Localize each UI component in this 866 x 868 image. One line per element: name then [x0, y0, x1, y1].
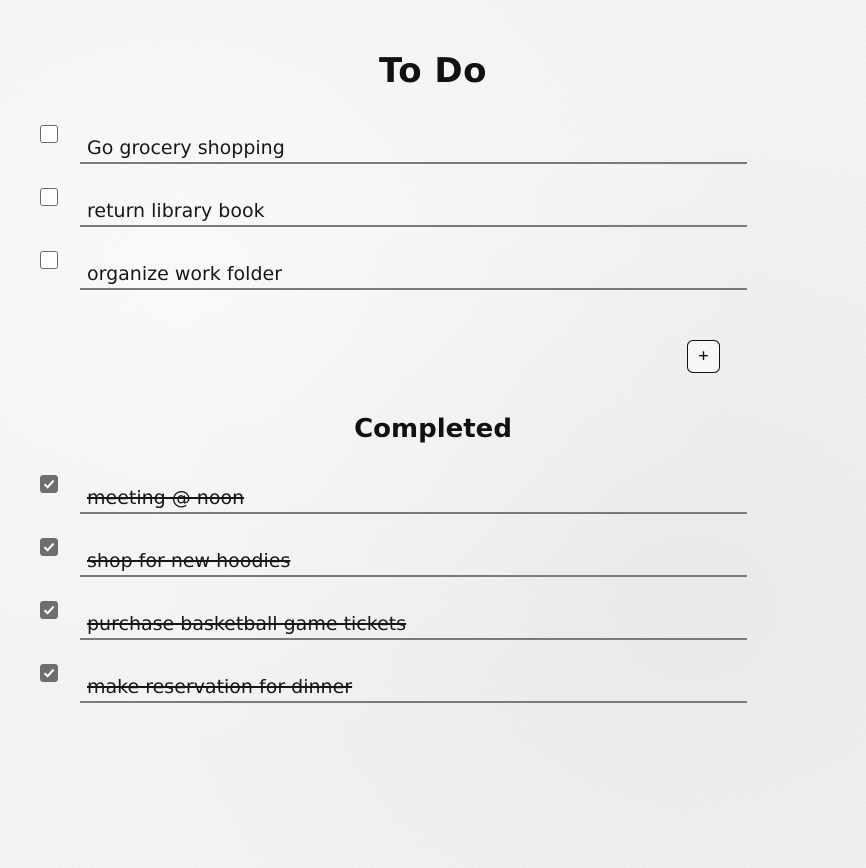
completed-item: meeting @ noon — [0, 475, 866, 527]
todo-item-checkbox[interactable] — [40, 125, 58, 143]
completed-item-checkbox[interactable] — [40, 538, 58, 556]
todo-item-field[interactable]: organize work folder — [80, 251, 747, 290]
completed-item-field[interactable]: shop for new hoodies — [80, 538, 747, 577]
completed-item-label: make reservation for dinner — [87, 676, 353, 698]
completed-item-label: shop for new hoodies — [87, 550, 291, 572]
todo-item: organize work folder — [0, 251, 866, 303]
todo-item: Go grocery shopping — [0, 125, 866, 177]
completed-item-field[interactable]: make reservation for dinner — [80, 664, 747, 703]
completed-item-checkbox[interactable] — [40, 601, 58, 619]
check-icon — [43, 479, 55, 489]
todo-item-field[interactable]: return library book — [80, 188, 747, 227]
todo-item: return library book — [0, 188, 866, 240]
todo-item-label: return library book — [87, 200, 265, 222]
completed-item: make reservation for dinner — [0, 664, 866, 716]
completed-item: shop for new hoodies — [0, 538, 866, 590]
todo-heading: To Do — [379, 51, 487, 91]
completed-item-checkbox[interactable] — [40, 475, 58, 493]
check-icon — [43, 668, 55, 678]
plus-icon: + — [698, 346, 709, 366]
add-item-button[interactable]: + — [687, 340, 720, 373]
todo-item-checkbox[interactable] — [40, 251, 58, 269]
todo-item-label: organize work folder — [87, 263, 283, 285]
todo-item-label: Go grocery shopping — [87, 137, 285, 159]
todo-item-field[interactable]: Go grocery shopping — [80, 125, 747, 164]
check-icon — [43, 605, 55, 615]
completed-heading: Completed — [354, 414, 512, 444]
completed-item-label: meeting @ noon — [87, 487, 245, 509]
completed-item-field[interactable]: purchase basketball game tickets — [80, 601, 747, 640]
completed-item: purchase basketball game tickets — [0, 601, 866, 653]
completed-item-field[interactable]: meeting @ noon — [80, 475, 747, 514]
check-icon — [43, 542, 55, 552]
completed-item-label: purchase basketball game tickets — [87, 613, 407, 635]
todo-item-checkbox[interactable] — [40, 188, 58, 206]
completed-item-checkbox[interactable] — [40, 664, 58, 682]
